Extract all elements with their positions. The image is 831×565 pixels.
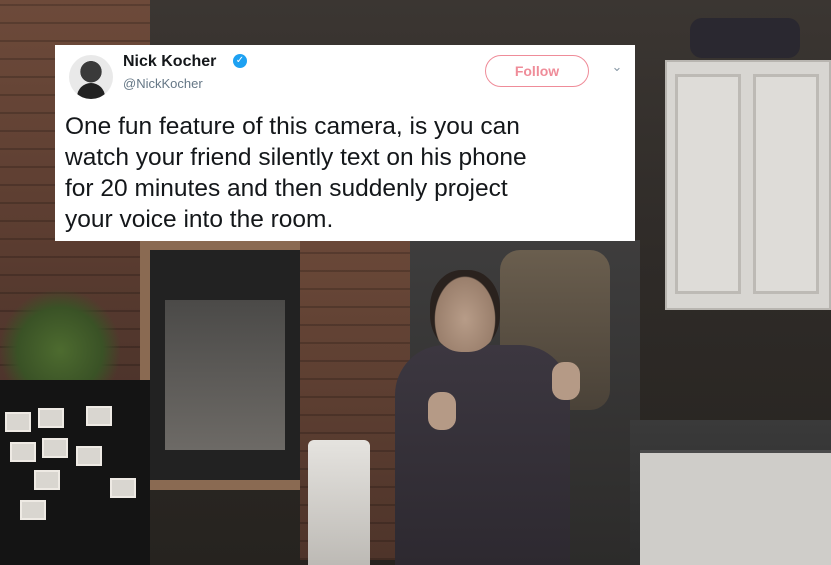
avatar-silhouette (77, 83, 105, 99)
author-name[interactable]: Nick Kocher (123, 53, 216, 71)
upper-cabinet (665, 60, 831, 310)
avatar[interactable] (69, 55, 113, 99)
author-handle[interactable]: @NickKocher (123, 76, 203, 91)
person-head (430, 270, 500, 352)
fridge-photo (42, 438, 68, 458)
fridge-photo (110, 478, 136, 498)
trash-can (308, 440, 370, 565)
window-glass (165, 300, 285, 450)
fridge-photo (38, 408, 64, 428)
bag-on-cabinet (690, 18, 800, 58)
fridge-photo (76, 446, 102, 466)
fridge-photo (86, 406, 112, 426)
cabinet-door (753, 74, 819, 294)
tweet-text: One fun feature of this camera, is you c… (65, 113, 527, 233)
person-body (395, 345, 570, 565)
fridge (0, 380, 150, 565)
fridge-photo (5, 412, 31, 432)
person-hand-right (552, 362, 580, 400)
tweet-card: Nick Kocher ✓ @NickKocher Follow ⌄ One f… (55, 45, 635, 241)
fridge-photo (20, 500, 46, 520)
lower-cabinet (640, 450, 831, 565)
verified-badge-icon: ✓ (233, 54, 247, 68)
fridge-photo (10, 442, 36, 462)
cabinet-door (675, 74, 741, 294)
person-hand-left (428, 392, 456, 430)
follow-button[interactable]: Follow (485, 55, 589, 87)
fridge-photo (34, 470, 60, 490)
chevron-down-icon[interactable]: ⌄ (608, 59, 626, 77)
